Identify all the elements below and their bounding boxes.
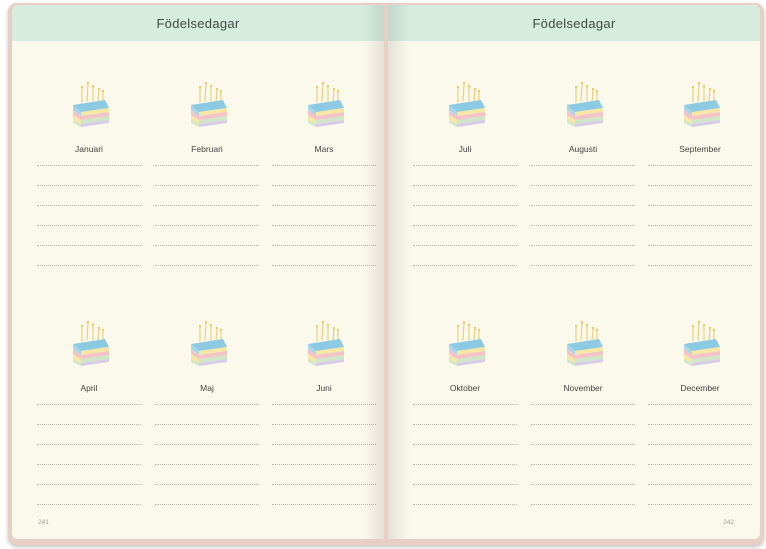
month-label: Oktober [449,383,481,393]
left-page: Födelsedagar Januari Februari Mars April… [12,5,384,539]
birthday-cake-icon [302,317,348,373]
month-label: April [80,383,98,393]
writing-lines[interactable] [272,165,376,285]
month-label: Augusti [568,144,598,154]
month-label: Juni [316,383,332,393]
month-label: Januari [75,144,103,154]
planner-spread: Födelsedagar Januari Februari Mars April… [8,3,764,545]
writing-lines[interactable] [531,165,635,285]
left-page-header: Födelsedagar [12,5,384,41]
birthday-cake-icon [67,317,113,373]
month-label: November [563,383,603,393]
month-label: December [680,383,720,393]
right-page: Födelsedagar Juli Augusti September Okto… [388,5,760,539]
right-page-header: Födelsedagar [388,5,760,41]
birthday-cake-icon [443,317,489,373]
birthday-cake-icon [67,78,113,134]
left-page-title: Födelsedagar [156,15,240,31]
writing-lines[interactable] [272,404,376,524]
month-label: Februari [191,144,223,154]
birthday-cake-icon [185,78,231,134]
month-label: Juli [458,144,472,154]
writing-lines[interactable] [413,404,517,524]
writing-lines[interactable] [648,165,752,285]
page-gutter-shadow [388,5,410,539]
birthday-cake-icon [678,78,724,134]
writing-lines[interactable] [37,165,141,285]
writing-lines[interactable] [37,404,141,524]
birthday-cake-icon [561,317,607,373]
right-page-title: Födelsedagar [532,15,616,31]
birthday-cake-icon [185,317,231,373]
writing-lines[interactable] [413,165,517,285]
month-label: Mars [314,144,334,154]
writing-lines[interactable] [155,404,259,524]
page-number-right: 242 [723,519,734,526]
birthday-cake-icon [561,78,607,134]
birthday-cake-icon [678,317,724,373]
writing-lines[interactable] [531,404,635,524]
month-label: Maj [200,383,214,393]
page-number-left: 241 [38,519,49,526]
birthday-cake-icon [443,78,489,134]
writing-lines[interactable] [155,165,259,285]
birthday-cake-icon [302,78,348,134]
month-label: September [679,144,721,154]
writing-lines[interactable] [648,404,752,524]
